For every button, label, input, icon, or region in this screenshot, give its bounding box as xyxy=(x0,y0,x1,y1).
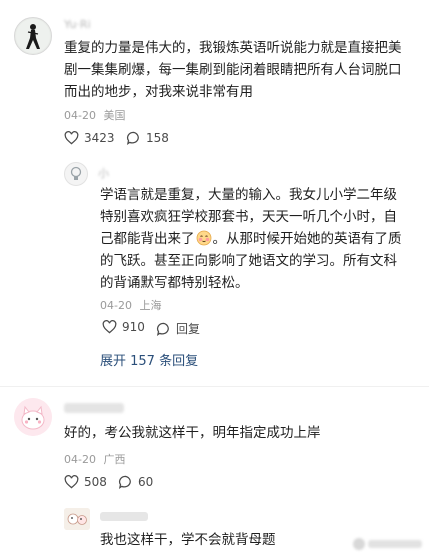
avatar-silhouette-icon xyxy=(16,19,50,53)
reply-reply-label: 回复 xyxy=(176,322,201,336)
heart-outline-icon xyxy=(102,320,117,334)
like-button[interactable]: 3423 xyxy=(64,131,115,145)
avatar[interactable] xyxy=(14,398,52,436)
heart-outline-icon xyxy=(64,131,79,145)
comment-location: 广西 xyxy=(103,453,126,466)
avatar[interactable] xyxy=(14,17,52,55)
reply-date: 04-20 xyxy=(100,299,132,312)
heart-outline-icon xyxy=(64,475,79,489)
reply-text: 学语言就是重复，大量的输入。我女儿小学二年级特别喜欢疯狂学校那套书，天天一听几个… xyxy=(100,184,410,294)
speech-bubble-icon xyxy=(126,131,139,145)
comment-meta: 04-20 广西 xyxy=(64,451,125,467)
cute-cat-avatar-icon xyxy=(14,398,52,436)
comment-location: 美国 xyxy=(103,109,126,122)
reply-like-count: 910 xyxy=(122,320,145,334)
reply-location: 上海 xyxy=(139,299,162,312)
comment-text: 重复的力量是伟大的，我锻炼英语听说能力就是直接把美剧一集集刷爆，每一集刷到能闭着… xyxy=(64,40,402,100)
lightbulb-icon xyxy=(70,166,82,180)
reply-count: 158 xyxy=(146,131,169,145)
comment-divider xyxy=(0,386,429,387)
reply-like-button[interactable]: 910 xyxy=(102,320,145,334)
like-count: 3423 xyxy=(84,131,115,145)
comment-meta: 04-20 美国 xyxy=(64,107,125,123)
cartoon-avatar-icon xyxy=(64,508,90,530)
speech-bubble-icon xyxy=(156,322,169,336)
reply-count: 60 xyxy=(138,475,154,489)
reply-username[interactable] xyxy=(100,512,148,521)
reply-button[interactable]: 158 xyxy=(126,131,169,145)
reply-meta: 04-20 上海 xyxy=(100,297,161,313)
reply-avatar[interactable] xyxy=(64,508,90,530)
comment-date: 04-20 xyxy=(64,453,96,466)
reply-username[interactable]: 小 xyxy=(98,165,109,181)
comment-text: 好的，考公我就这样干，明年指定成功上岸 xyxy=(64,425,321,441)
reply-button[interactable]: 60 xyxy=(118,475,153,489)
like-button[interactable]: 508 xyxy=(64,475,107,489)
expand-replies-link[interactable]: 展开 157 条回复 xyxy=(100,350,198,369)
reply-avatar[interactable] xyxy=(64,162,88,186)
comment-username[interactable] xyxy=(64,403,124,413)
watermark-logo xyxy=(352,536,424,552)
speech-bubble-icon xyxy=(118,475,131,489)
like-count: 508 xyxy=(84,475,107,489)
blushing-face-emoji-icon xyxy=(196,230,212,246)
comment-date: 04-20 xyxy=(64,109,96,122)
reply-reply-button[interactable]: 回复 xyxy=(156,320,200,337)
comment-username[interactable]: Yu·Ri xyxy=(64,18,91,31)
